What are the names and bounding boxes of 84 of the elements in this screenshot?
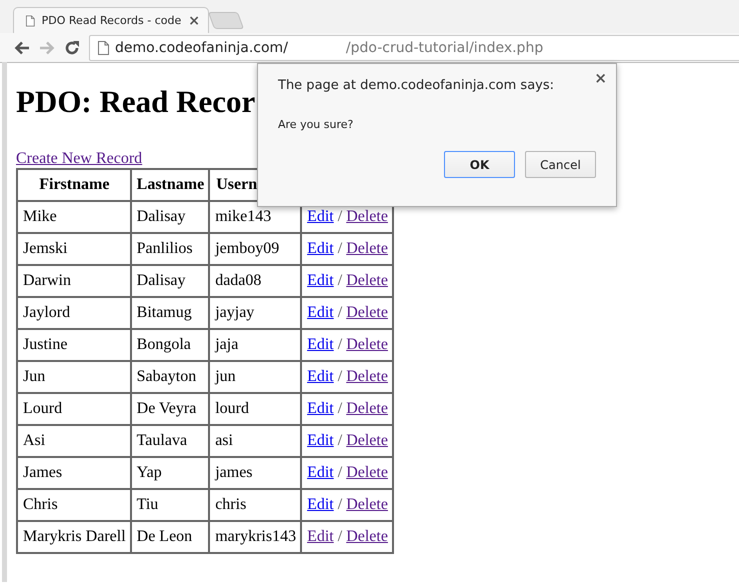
close-tab-button[interactable]: ×: [188, 12, 200, 28]
delete-link[interactable]: Delete: [346, 432, 388, 449]
table-cell: Jun: [17, 361, 131, 393]
separator: /: [338, 496, 342, 513]
table-cell: James: [17, 457, 131, 489]
cancel-button[interactable]: Cancel: [525, 151, 596, 178]
create-record-link[interactable]: Create New Record: [16, 150, 142, 168]
table-cell: Tiu: [130, 489, 210, 521]
column-header: Firstname: [17, 169, 131, 201]
edit-link[interactable]: Edit: [307, 432, 334, 449]
delete-link[interactable]: Delete: [346, 368, 388, 385]
edit-link[interactable]: Edit: [307, 368, 334, 385]
table-cell: jemboy09: [209, 233, 302, 265]
table-cell: Justine: [17, 329, 131, 361]
edit-link[interactable]: Edit: [307, 272, 334, 289]
address-bar[interactable]: demo.codeofaninja.com/ /pdo-crud-tutorial/index.php: [89, 34, 739, 60]
table-cell: Taulava: [130, 425, 210, 457]
table-cell: jayjay: [209, 297, 302, 329]
separator: /: [338, 304, 342, 321]
table-cell: Mike: [17, 201, 131, 233]
table-cell: dada08: [209, 265, 302, 297]
edit-link[interactable]: Edit: [307, 240, 334, 257]
separator: /: [338, 240, 342, 257]
table-cell: Jemski: [17, 233, 131, 265]
delete-link[interactable]: Delete: [346, 400, 388, 417]
separator: /: [338, 432, 342, 449]
column-header: Lastname: [130, 169, 210, 201]
table-cell: chris: [209, 489, 302, 521]
delete-link[interactable]: Delete: [346, 496, 388, 513]
delete-link[interactable]: Delete: [346, 336, 388, 353]
edit-link[interactable]: Edit: [307, 496, 334, 513]
table-cell: Lourd: [17, 393, 131, 425]
delete-link[interactable]: Delete: [346, 272, 388, 289]
edit-link[interactable]: Edit: [307, 304, 334, 321]
edit-link[interactable]: Edit: [307, 528, 334, 545]
delete-link[interactable]: Delete: [346, 208, 388, 225]
separator: /: [338, 336, 342, 353]
table-cell: Asi: [17, 425, 131, 457]
dialog-message: Are you sure?: [278, 118, 354, 131]
ok-button[interactable]: OK: [444, 151, 515, 178]
edit-link[interactable]: Edit: [307, 336, 334, 353]
tab-title: PDO Read Records - code: [42, 14, 182, 27]
delete-link[interactable]: Delete: [346, 240, 388, 257]
table-cell: Bongola: [130, 329, 210, 361]
page-icon: [26, 14, 35, 28]
separator: /: [338, 464, 342, 481]
edit-link[interactable]: Edit: [307, 464, 334, 481]
table-cell: Yap: [130, 457, 210, 489]
table-cell: marykris143: [209, 521, 302, 553]
reload-icon[interactable]: [64, 40, 80, 56]
table-cell: De Leon: [130, 521, 210, 553]
delete-link[interactable]: Delete: [346, 464, 388, 481]
table-cell: Panlilios: [130, 233, 210, 265]
table-cell: Dalisay: [130, 201, 210, 233]
separator: /: [338, 368, 342, 385]
separator: /: [338, 400, 342, 417]
delete-link[interactable]: Delete: [346, 528, 388, 545]
dialog-title: The page at demo.codeofaninja.com says:: [278, 78, 556, 93]
url-host: demo.codeofaninja.com/: [115, 40, 288, 56]
edit-link[interactable]: Edit: [307, 208, 334, 225]
delete-link[interactable]: Delete: [346, 304, 388, 321]
close-button[interactable]: ×: [594, 69, 607, 87]
table-cell: Bitamug: [130, 297, 210, 329]
table-cell: Dalisay: [130, 265, 210, 297]
table-cell: Jaylord: [17, 297, 131, 329]
separator: /: [338, 208, 342, 225]
url-path: /pdo-crud-tutorial/index.php: [346, 40, 544, 56]
page-heading: PDO: Read Recor: [16, 84, 256, 120]
edit-link[interactable]: Edit: [307, 400, 334, 417]
table-cell: lourd: [209, 393, 302, 425]
separator: /: [338, 272, 342, 289]
back-arrow-icon[interactable]: [14, 40, 30, 54]
table-cell: james: [209, 457, 302, 489]
table-cell: Sabayton: [130, 361, 210, 393]
table-cell: jaja: [209, 329, 302, 361]
table-cell: Chris: [17, 489, 131, 521]
separator: /: [338, 528, 342, 545]
browser-tab[interactable]: PDO Read Records - code ×: [13, 7, 209, 33]
page-icon: [98, 40, 109, 54]
table-cell: De Veyra: [130, 393, 210, 425]
table-cell: Marykris Darell: [17, 521, 131, 553]
table-cell: Darwin: [17, 265, 131, 297]
table-cell: jun: [209, 361, 302, 393]
table-cell: asi: [209, 425, 302, 457]
